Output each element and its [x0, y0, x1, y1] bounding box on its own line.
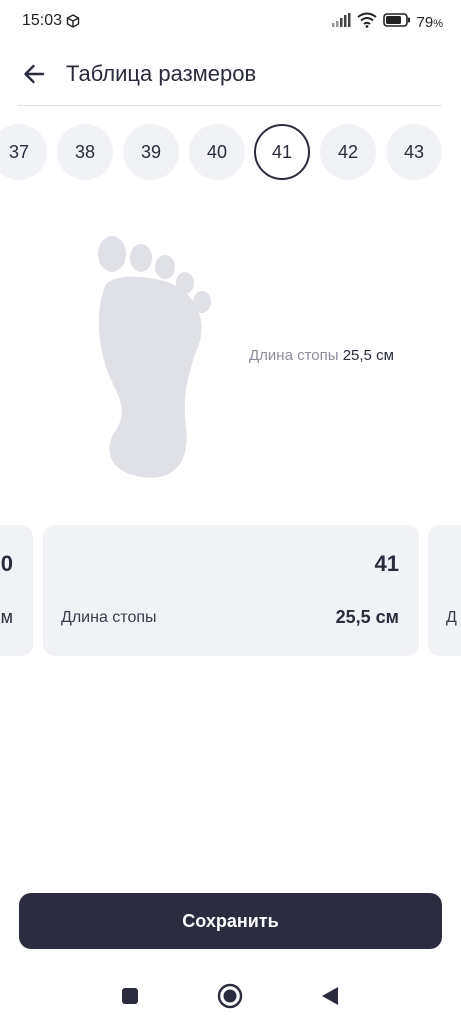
save-button[interactable]: Сохранить	[19, 893, 442, 949]
footprint-icon	[92, 232, 222, 482]
arrow-left-icon	[23, 64, 45, 89]
size-card-next[interactable]: Д	[428, 525, 461, 656]
header-divider	[18, 105, 442, 106]
battery-icon	[382, 12, 411, 32]
foot-length-caption: Длина стопы 25,5 см	[249, 347, 394, 364]
card-foot-length-value: 25,5 см	[335, 607, 399, 627]
square-icon[interactable]	[116, 982, 144, 1010]
signal-icon	[331, 12, 351, 32]
status-right-group: 79%	[331, 12, 443, 32]
foot-length-value: 25,5 см	[342, 347, 394, 364]
status-bar: 15:03 79%	[0, 0, 461, 44]
system-nav-bar	[0, 970, 461, 1024]
status-time: 15:03	[22, 12, 63, 29]
size-chip-37[interactable]: 37	[0, 124, 47, 180]
size-chip-39[interactable]: 39	[123, 124, 179, 180]
triangle-back-icon[interactable]	[316, 982, 344, 1010]
card-foot-length-label: Длина стопы	[61, 609, 157, 626]
size-selector: 37 38 39 40 41 42 43	[0, 124, 461, 182]
back-button[interactable]	[16, 58, 52, 94]
size-chip-38[interactable]: 38	[57, 124, 113, 180]
size-chip-40[interactable]: 40	[189, 124, 245, 180]
card-prev-size: 0	[0, 551, 13, 576]
circle-home-icon[interactable]	[216, 982, 244, 1010]
header: Таблица размеров	[0, 50, 461, 106]
size-card-prev[interactable]: 0 м	[0, 525, 33, 656]
size-chart-screen: 15:03 79% Таблица размеров 37 38 39 40 4…	[0, 0, 461, 1024]
battery-percent: 79%	[417, 14, 443, 31]
battery-percent-unit: %	[433, 17, 443, 30]
size-chip-41-selected[interactable]: 41	[254, 124, 310, 180]
package-icon	[66, 14, 80, 28]
size-card-current[interactable]: 41 Длина стопы 25,5 см	[43, 525, 419, 656]
wifi-icon	[356, 12, 377, 33]
card-next-label: Д	[446, 609, 457, 626]
page-title: Таблица размеров	[66, 61, 257, 86]
size-chip-42[interactable]: 42	[320, 124, 376, 180]
battery-percent-value: 79	[416, 13, 434, 31]
card-prev-value: м	[0, 607, 13, 627]
size-chip-43[interactable]: 43	[386, 124, 442, 180]
card-size: 41	[374, 551, 399, 576]
foot-length-label: Длина стопы	[249, 347, 339, 364]
